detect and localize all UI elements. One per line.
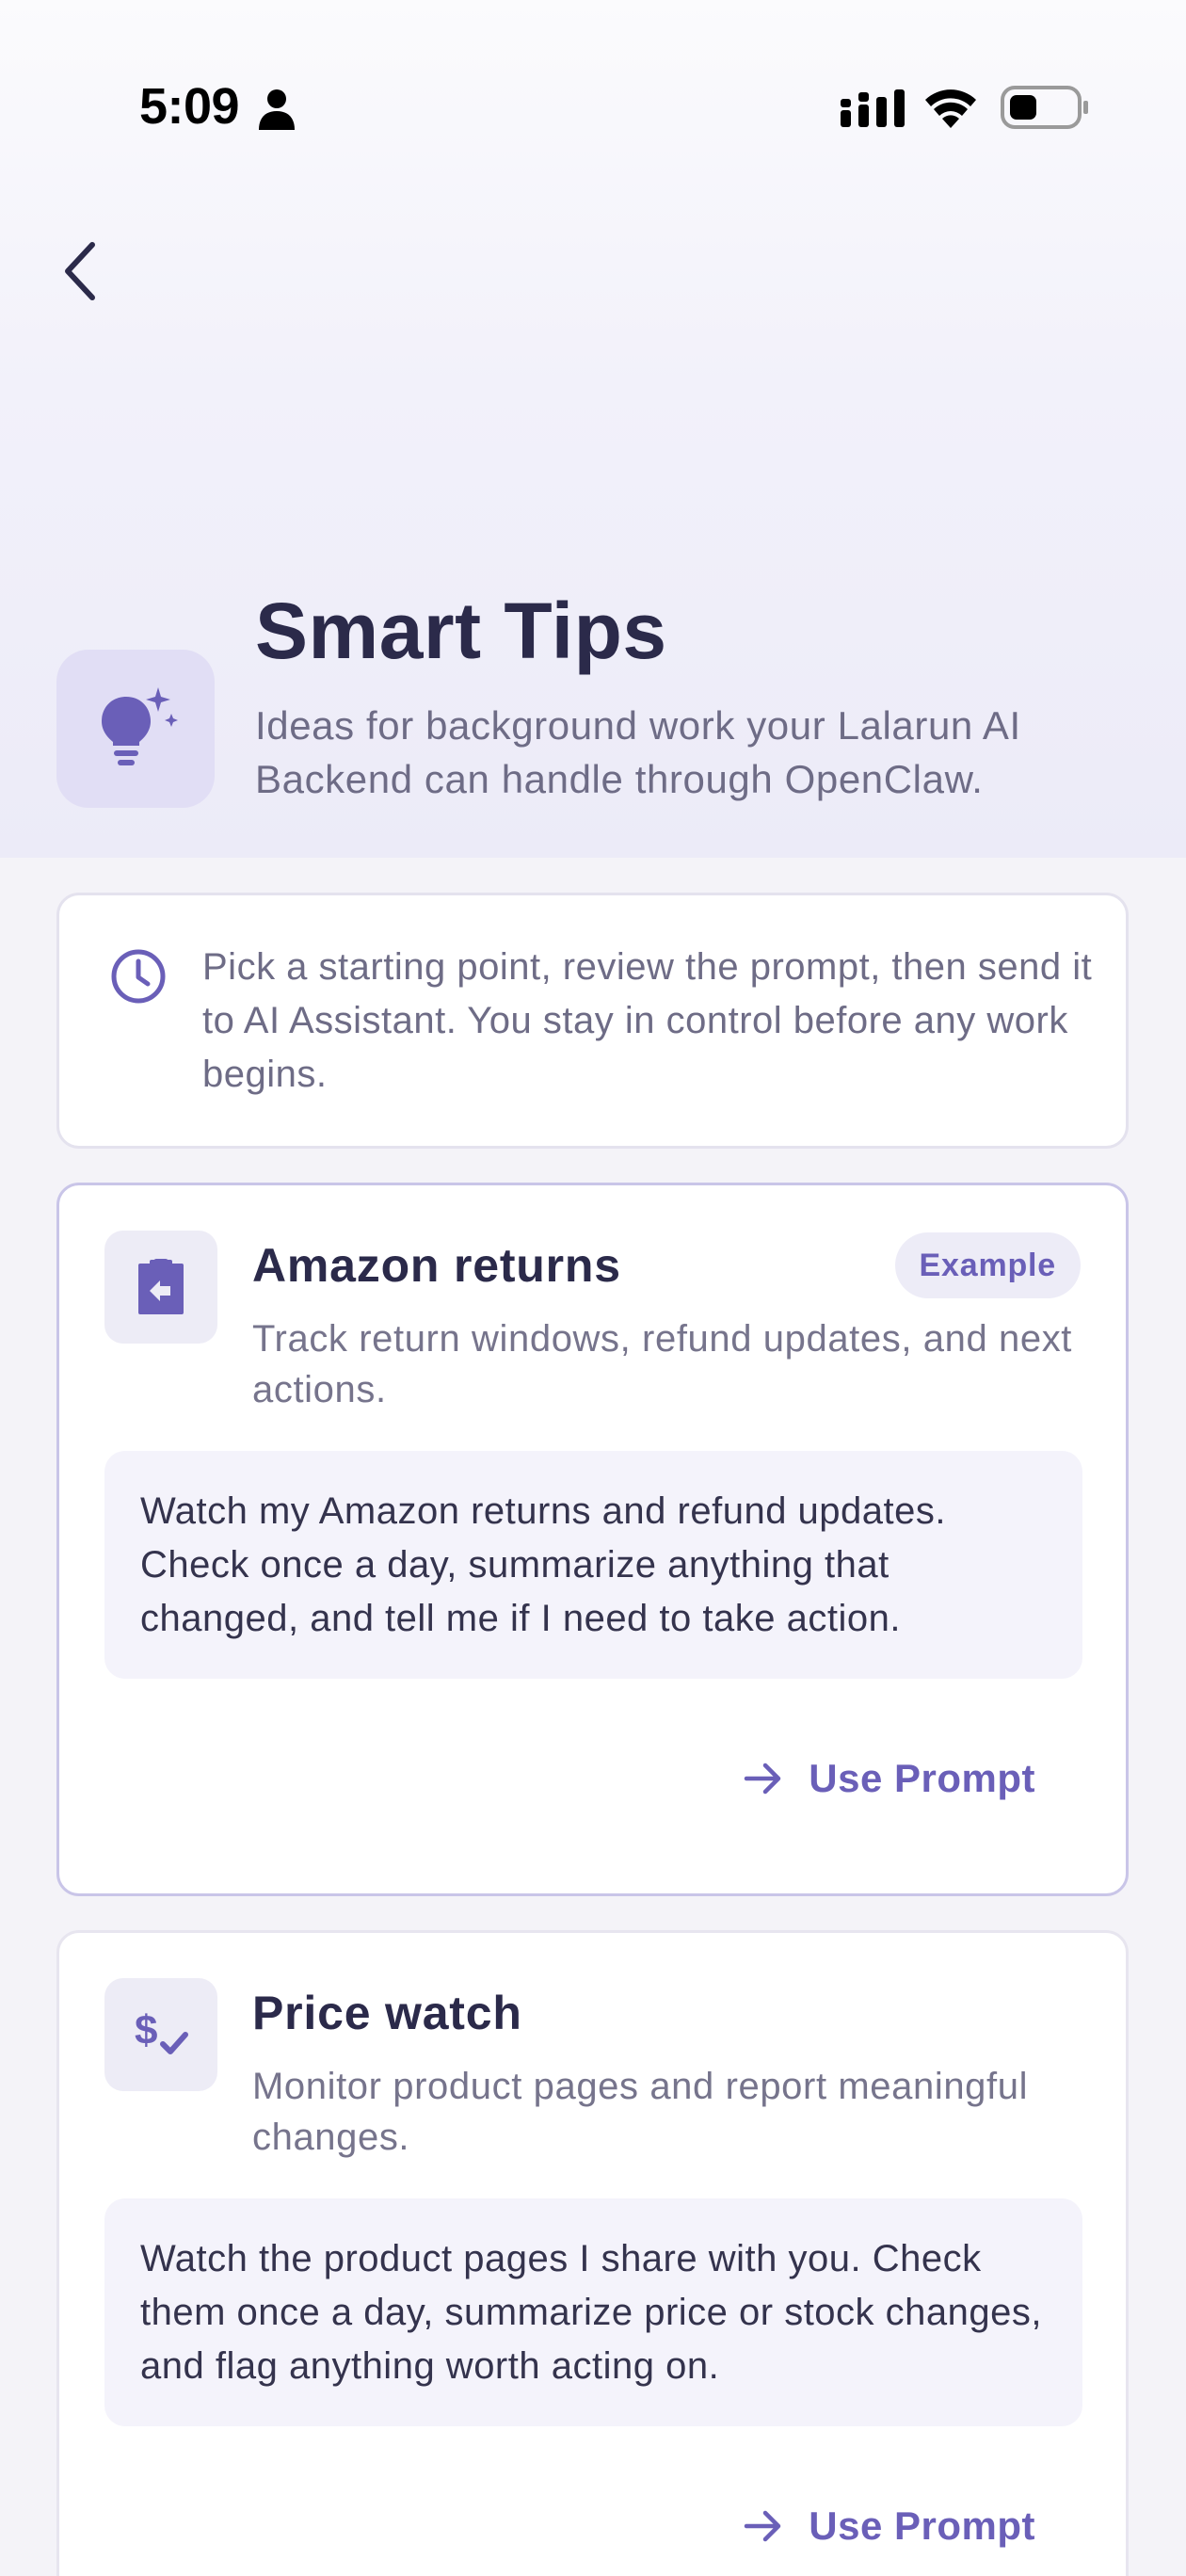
tip-card-price-watch[interactable]: $ Price watch Monitor product pages and …: [56, 1930, 1129, 2576]
page-subtitle: Ideas for background work your Lalarun A…: [255, 703, 1021, 801]
svg-text:$: $: [135, 2007, 157, 2053]
info-text: Pick a starting point, review the prompt…: [202, 946, 1093, 1095]
header-icon-box: [56, 650, 215, 808]
status-time: 5:09: [139, 78, 240, 135]
wifi-icon: [925, 89, 976, 128]
tip-icon-box: [104, 1231, 217, 1344]
tip-title: Amazon returns: [252, 1239, 621, 1292]
battery-icon: [1001, 86, 1088, 129]
arrow-right-icon: [745, 1763, 781, 1795]
info-card: Pick a starting point, review the prompt…: [56, 893, 1129, 1149]
prompt-text: Watch my Amazon returns and refund updat…: [104, 1451, 1082, 1679]
use-prompt-label: Use Prompt: [809, 1756, 1035, 1800]
tip-icon-box: $: [104, 1978, 217, 2091]
clipboard-return-icon: [138, 1259, 184, 1314]
lightbulb-sparkle-icon: [102, 687, 178, 765]
arrow-right-icon: [745, 2510, 781, 2542]
tip-card-amazon-returns[interactable]: Amazon returns Example Track return wind…: [56, 1183, 1129, 1896]
smart-tips-screen: 5:09 Smart Tips Ideas for background wor…: [0, 0, 1186, 2576]
person-icon: [259, 89, 295, 130]
tip-description: Monitor product pages and report meaning…: [252, 2066, 1029, 2158]
price-check-icon: $: [135, 2007, 188, 2054]
tip-description: Track return windows, refund updates, an…: [252, 1318, 1073, 1410]
prompt-text: Watch the product pages I share with you…: [104, 2198, 1082, 2426]
use-prompt-button[interactable]: Use Prompt: [743, 1756, 1035, 1801]
example-badge: Example: [894, 1232, 1081, 1298]
cellular-signal-icon: [841, 89, 905, 127]
use-prompt-label: Use Prompt: [809, 2504, 1035, 2548]
clock-icon: [111, 949, 166, 1004]
tip-title: Price watch: [252, 1987, 522, 2039]
page-title: Smart Tips: [255, 587, 667, 675]
back-button[interactable]: [53, 235, 105, 307]
use-prompt-button[interactable]: Use Prompt: [743, 2504, 1035, 2549]
chevron-left-icon: [65, 242, 95, 300]
